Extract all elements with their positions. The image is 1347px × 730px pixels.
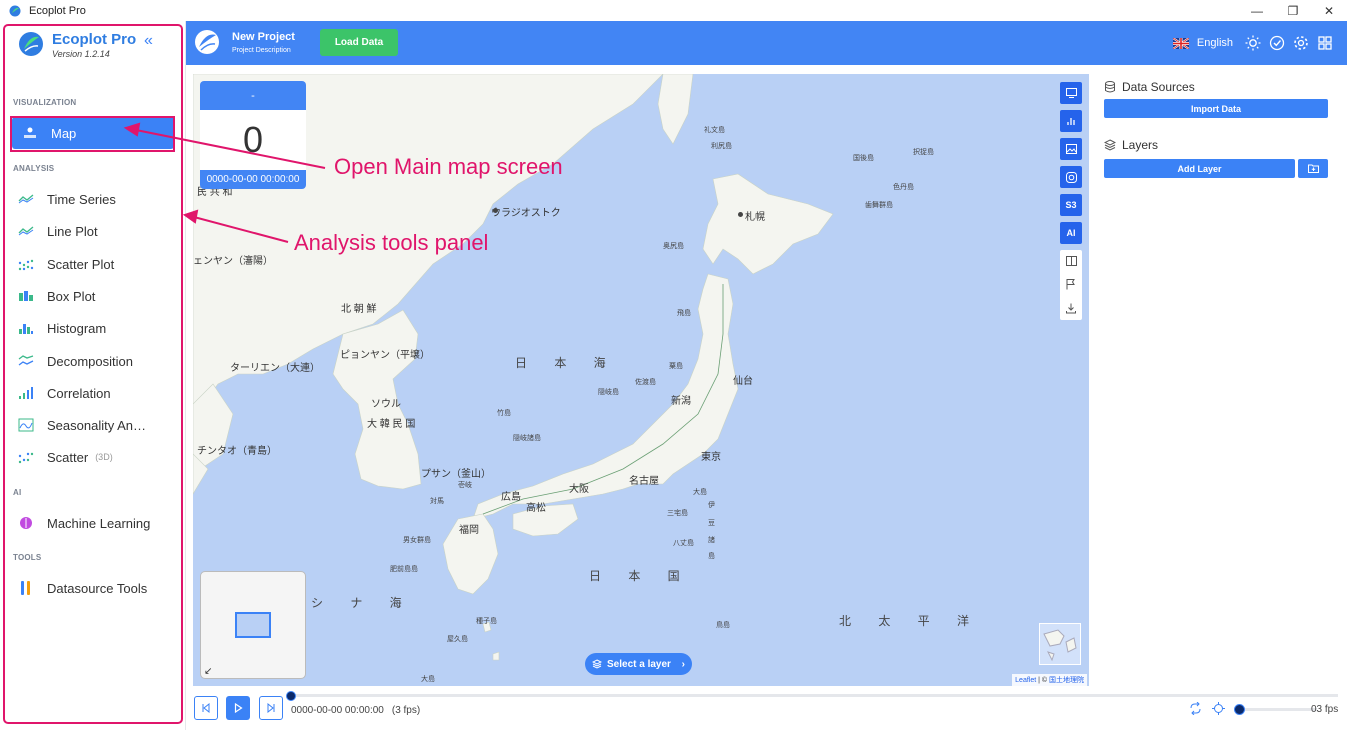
annotation-map-note: Open Main map screen — [334, 154, 563, 179]
annotation-arrows — [123, 122, 326, 243]
annotation-panel-note: Analysis tools panel — [294, 230, 489, 255]
app-window: Ecoplot Pro — ❐ ✕ Ecoplot Pro Version 1.… — [0, 0, 1347, 730]
